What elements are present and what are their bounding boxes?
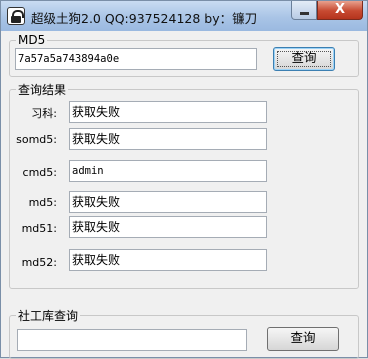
lock-icon [7,7,25,25]
social-query-input[interactable] [17,329,247,351]
title-bar[interactable]: 超级土狗2.0 QQ:937524128 by：镰刀 X [1,1,367,31]
window-title: 超级土狗2.0 QQ:937524128 by：镰刀 [31,11,258,26]
result-label-md51: md51: [21,222,57,235]
social-query-button-label: 查询 [290,330,316,345]
result-value-somd5[interactable]: 获取失败 [69,128,267,150]
result-value-md52[interactable]: 获取失败 [69,249,267,271]
app-window: 超级土狗2.0 QQ:937524128 by：镰刀 X MD5 7a57a5a… [0,0,368,359]
social-group-legend: 社工库查询 [18,309,79,323]
md5-input[interactable]: 7a57a5a743894a0e [15,48,257,70]
result-label-somd5: somd5: [16,133,57,146]
md5-group-legend: MD5 [18,33,46,47]
result-value-xike[interactable]: 获取失败 [69,101,267,123]
result-label-md5: md5: [28,196,57,209]
close-button[interactable]: X [317,1,363,20]
md5-query-button[interactable]: 查询 [273,47,335,71]
result-value-cmd5[interactable]: admin [69,160,267,182]
results-group-legend: 查询结果 [18,83,67,97]
result-label-cmd5: cmd5: [22,166,57,179]
result-value-md51[interactable]: 获取失败 [69,216,267,238]
result-label-md52: md52: [21,256,57,269]
result-label-xike: 习科: [31,107,57,120]
result-value-md5[interactable]: 获取失败 [69,191,267,213]
minimize-button[interactable] [291,1,317,20]
close-icon: X [334,2,346,17]
md5-query-button-label: 查询 [291,50,317,65]
social-query-button[interactable]: 查询 [267,327,339,351]
